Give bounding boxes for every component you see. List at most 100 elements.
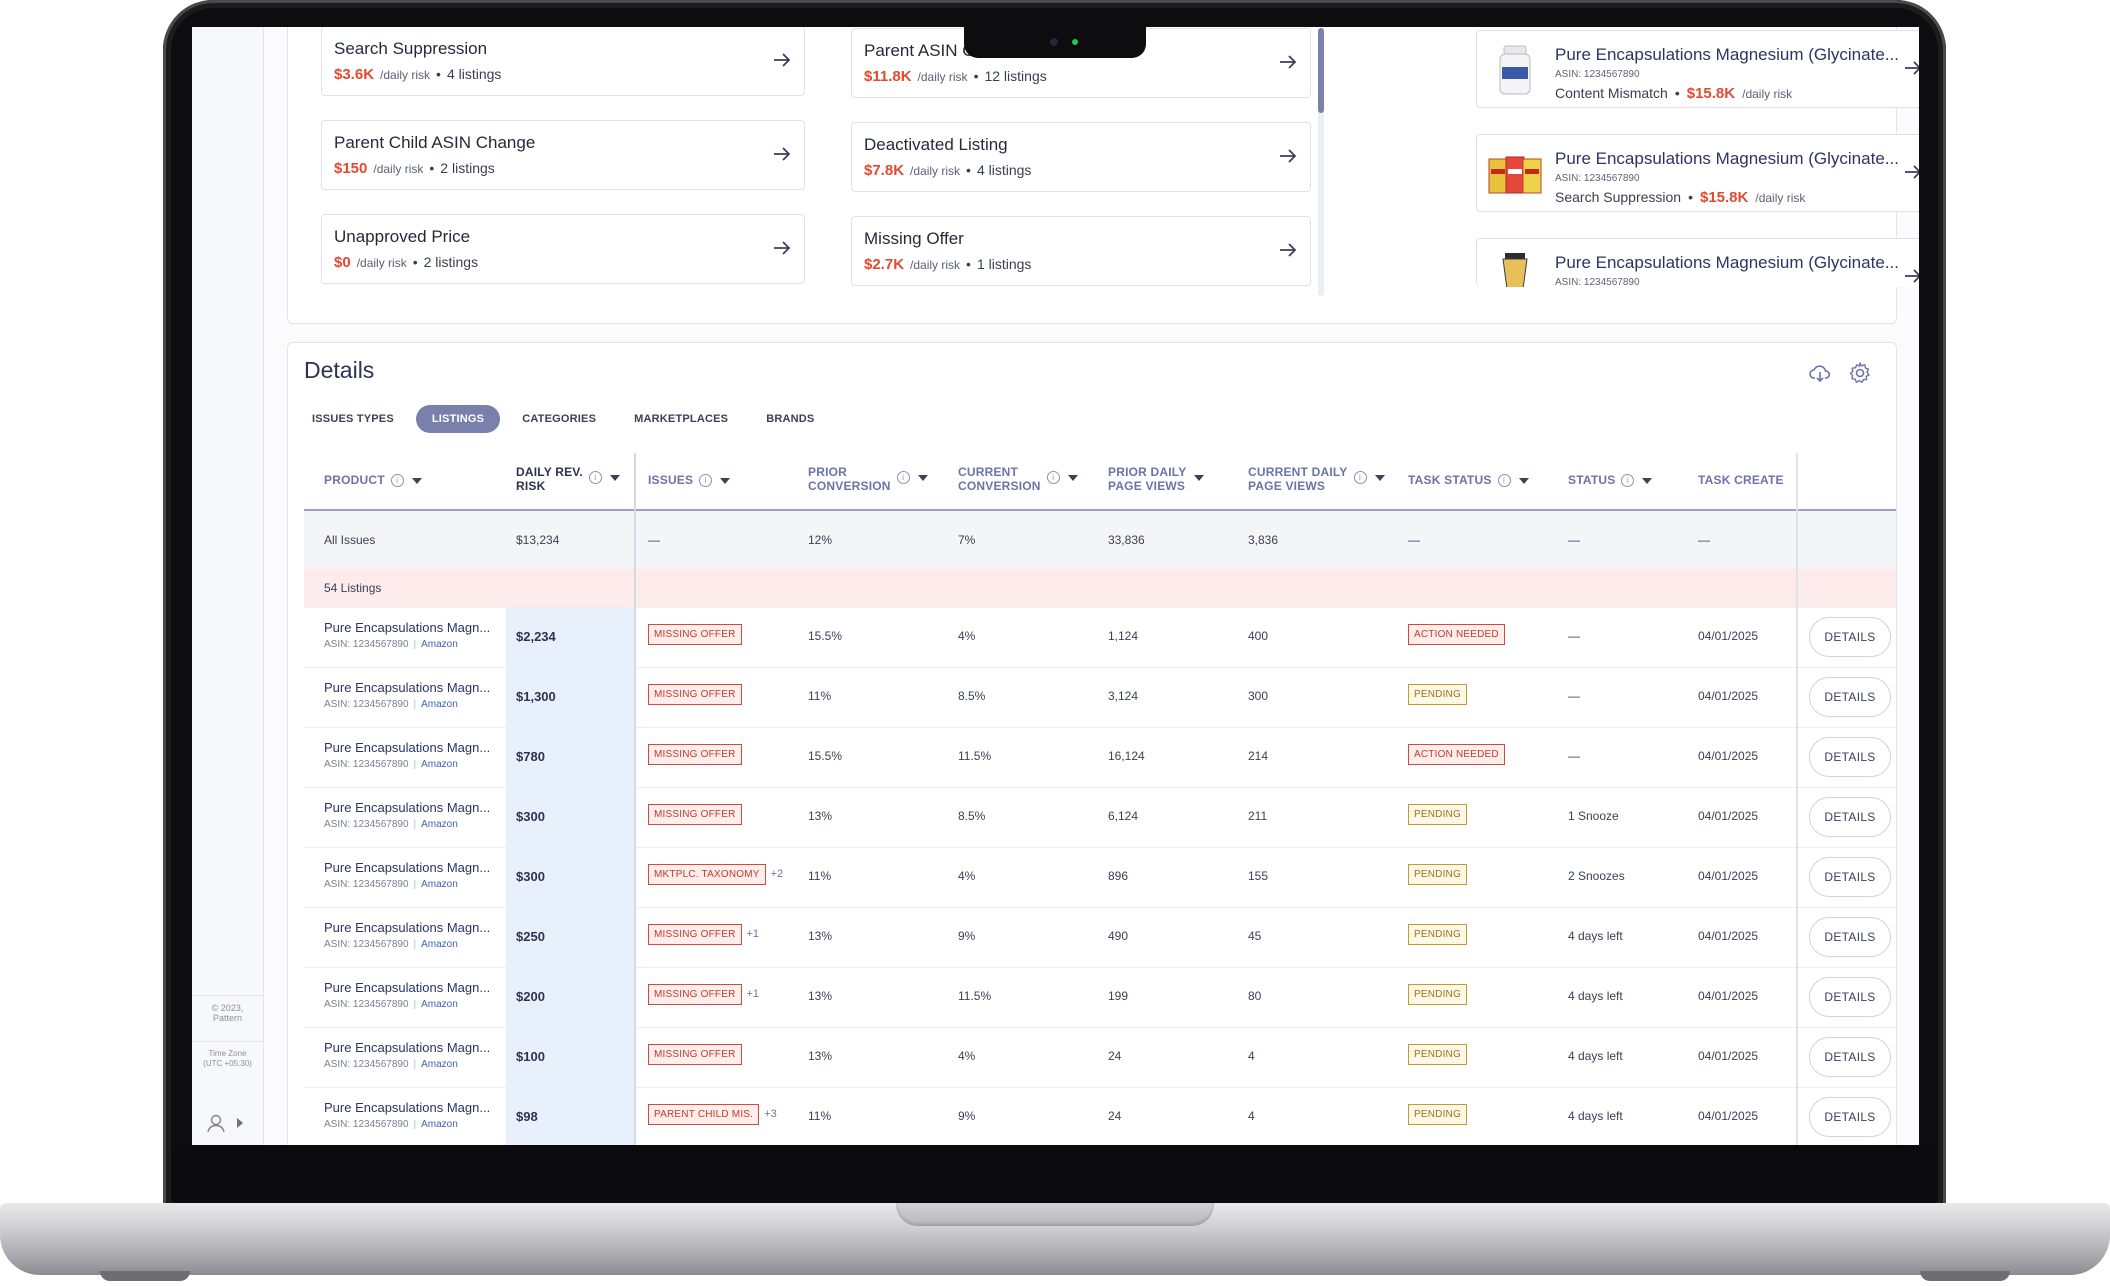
- issue-tag[interactable]: MISSING OFFER: [648, 624, 742, 645]
- table-row[interactable]: Pure Encapsulations Magn... ASIN: 1234567…: [304, 967, 1896, 1028]
- product-name[interactable]: Pure Encapsulations Magn...: [324, 740, 490, 755]
- col-issues[interactable]: ISSUES i: [648, 473, 731, 488]
- issue-tag[interactable]: MISSING OFFER: [648, 744, 742, 765]
- marketplace-link[interactable]: Amazon: [421, 1119, 458, 1130]
- col-prior-conversion[interactable]: PRIOR CONVERSION i: [808, 465, 928, 493]
- info-icon[interactable]: i: [1497, 474, 1511, 488]
- col-task-created[interactable]: TASK CREATE: [1698, 473, 1784, 487]
- sort-caret-icon[interactable]: [1642, 477, 1653, 484]
- details-button[interactable]: DETAILS: [1809, 677, 1891, 717]
- info-icon[interactable]: i: [1621, 474, 1635, 488]
- sort-caret-icon[interactable]: [720, 477, 731, 484]
- table-row[interactable]: Pure Encapsulations Magn... ASIN: 1234567…: [304, 1087, 1896, 1145]
- daily-risk-value: $300: [516, 869, 545, 884]
- product-name[interactable]: Pure Encapsulations Magn...: [324, 1040, 490, 1055]
- issue-tag[interactable]: MISSING OFFER: [648, 984, 742, 1005]
- col-task-status[interactable]: TASK STATUS i: [1408, 473, 1529, 488]
- product-card[interactable]: Pure Encapsulations Magnesium (Glycinate…: [1476, 238, 1919, 287]
- issue-tag[interactable]: PARENT CHILD MIS.: [648, 1104, 760, 1125]
- marketplace-link[interactable]: Amazon: [421, 699, 458, 710]
- product-name[interactable]: Pure Encapsulations Magn...: [324, 1100, 490, 1115]
- details-button[interactable]: DETAILS: [1809, 977, 1891, 1017]
- more-issues-count[interactable]: +3: [764, 1108, 777, 1120]
- issues-cell: MISSING OFFER +1: [648, 924, 759, 945]
- details-button[interactable]: DETAILS: [1809, 1037, 1891, 1077]
- table-row[interactable]: Pure Encapsulations Magn... ASIN: 1234567…: [304, 667, 1896, 728]
- issue-tag[interactable]: MISSING OFFER: [648, 1044, 742, 1065]
- user-menu[interactable]: [206, 1113, 244, 1133]
- col-status[interactable]: STATUS i: [1568, 473, 1653, 488]
- details-button[interactable]: DETAILS: [1809, 617, 1891, 657]
- issue-tag[interactable]: MISSING OFFER: [648, 804, 742, 825]
- sort-caret-icon[interactable]: [1518, 477, 1529, 484]
- tab-marketplaces[interactable]: MARKETPLACES: [618, 405, 744, 433]
- info-icon[interactable]: i: [390, 474, 404, 488]
- product-name[interactable]: Pure Encapsulations Magn...: [324, 860, 490, 875]
- issue-card[interactable]: Unapproved Price $0/daily risk • 2 listing…: [321, 214, 805, 284]
- prior-conversion-value: 13%: [808, 989, 833, 1003]
- sort-caret-icon[interactable]: [609, 475, 620, 481]
- issue-tag[interactable]: MISSING OFFER: [648, 924, 742, 945]
- issue-tag[interactable]: MKTPLC. TAXONOMY: [648, 864, 766, 885]
- issue-card[interactable]: Missing Offer $2.7K/daily risk • 1 listing…: [851, 216, 1311, 286]
- details-button[interactable]: DETAILS: [1809, 917, 1891, 957]
- col-current-conversion[interactable]: CURRENT CONVERSION i: [958, 465, 1078, 493]
- more-issues-count[interactable]: +1: [747, 988, 760, 1000]
- marketplace-link[interactable]: Amazon: [421, 1059, 458, 1070]
- sort-caret-icon[interactable]: [1067, 475, 1078, 481]
- issue-card[interactable]: Deactivated Listing $7.8K/daily risk • 4 l…: [851, 122, 1311, 192]
- col-daily-risk[interactable]: DAILY REV. RISK i: [516, 465, 620, 493]
- gear-icon[interactable]: [1848, 361, 1872, 385]
- sort-caret-icon[interactable]: [1374, 475, 1385, 481]
- marketplace-link[interactable]: Amazon: [421, 819, 458, 830]
- product-name[interactable]: Pure Encapsulations Magn...: [324, 620, 490, 635]
- marketplace-link[interactable]: Amazon: [421, 939, 458, 950]
- details-button[interactable]: DETAILS: [1809, 737, 1891, 777]
- tab-listings[interactable]: LISTINGS: [415, 405, 501, 433]
- col-prior-page-views[interactable]: PRIOR DAILY PAGE VIEWS: [1108, 465, 1205, 493]
- more-issues-count[interactable]: +2: [771, 868, 784, 880]
- issue-tag[interactable]: MISSING OFFER: [648, 684, 742, 705]
- tab-categories[interactable]: CATEGORIES: [506, 405, 612, 433]
- details-button[interactable]: DETAILS: [1809, 797, 1891, 837]
- product-name[interactable]: Pure Encapsulations Magn...: [324, 980, 490, 995]
- issue-card[interactable]: Search Suppression $3.6K/daily risk • 4 li…: [321, 27, 805, 96]
- product-name[interactable]: Pure Encapsulations Magn...: [324, 680, 490, 695]
- table-row[interactable]: Pure Encapsulations Magn... ASIN: 1234567…: [304, 607, 1896, 668]
- table-row[interactable]: Pure Encapsulations Magn... ASIN: 1234567…: [304, 907, 1896, 968]
- info-icon[interactable]: i: [896, 471, 910, 484]
- marketplace-link[interactable]: Amazon: [421, 999, 458, 1010]
- info-icon[interactable]: i: [588, 471, 602, 484]
- scrollbar-thumb[interactable]: [1318, 28, 1324, 113]
- table-row[interactable]: Pure Encapsulations Magn... ASIN: 1234567…: [304, 787, 1896, 848]
- col-product[interactable]: PRODUCT i: [324, 473, 422, 488]
- marketplace-link[interactable]: Amazon: [421, 759, 458, 770]
- tab-issue-types[interactable]: ISSUES TYPES: [296, 405, 410, 433]
- table-row[interactable]: Pure Encapsulations Magn... ASIN: 1234567…: [304, 727, 1896, 788]
- table-row[interactable]: Pure Encapsulations Magn... ASIN: 1234567…: [304, 1027, 1896, 1088]
- sort-caret-icon[interactable]: [411, 477, 422, 484]
- more-issues-count[interactable]: +1: [747, 928, 760, 940]
- product-card[interactable]: Pure Encapsulations Magnesium (Glycinate…: [1476, 134, 1919, 212]
- info-icon[interactable]: i: [1046, 471, 1060, 484]
- sidebar-timezone[interactable]: Time Zone (UTC +05:30): [192, 1041, 263, 1089]
- info-icon[interactable]: i: [699, 474, 713, 488]
- product-card[interactable]: Pure Encapsulations Magnesium (Glycinate…: [1476, 30, 1919, 108]
- issue-card[interactable]: Parent Child ASIN Change $150/daily risk…: [321, 120, 805, 190]
- table-row[interactable]: Pure Encapsulations Magn... ASIN: 1234567…: [304, 847, 1896, 908]
- col-current-page-views[interactable]: CURRENT DAILY PAGE VIEWS i: [1248, 465, 1385, 493]
- details-button[interactable]: DETAILS: [1809, 1097, 1891, 1137]
- product-name[interactable]: Pure Encapsulations Magn...: [324, 920, 490, 935]
- current-views-value: 214: [1248, 749, 1269, 763]
- info-icon[interactable]: i: [1353, 471, 1367, 484]
- tab-brands[interactable]: BRANDS: [750, 405, 830, 433]
- sort-caret-icon[interactable]: [917, 475, 928, 481]
- product-name[interactable]: Pure Encapsulations Magn...: [324, 800, 490, 815]
- marketplace-link[interactable]: Amazon: [421, 639, 458, 650]
- prior-views-value: 199: [1108, 989, 1129, 1003]
- details-button[interactable]: DETAILS: [1809, 857, 1891, 897]
- task-created-date: 04/01/2025: [1698, 809, 1759, 823]
- sort-caret-icon[interactable]: [1194, 475, 1205, 481]
- cloud-download-icon[interactable]: [1808, 361, 1832, 385]
- marketplace-link[interactable]: Amazon: [421, 879, 458, 890]
